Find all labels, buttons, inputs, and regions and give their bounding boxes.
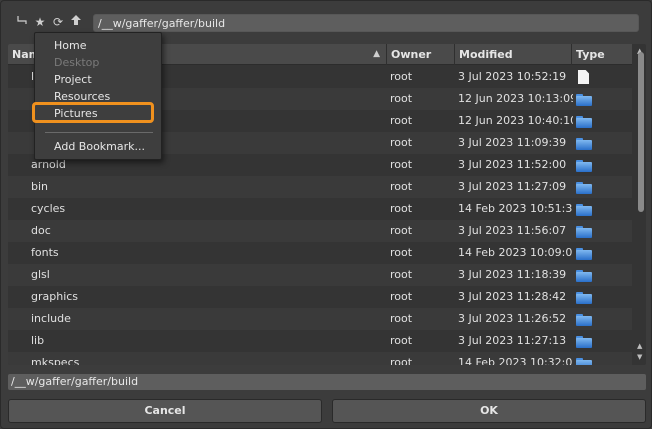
row-name: fonts <box>31 246 59 259</box>
pictures-highlight <box>32 102 154 123</box>
row-modified: 3 Jul 2023 10:52:19 <box>458 70 567 83</box>
row-name: graphics <box>31 290 79 303</box>
row-owner: root <box>390 92 413 105</box>
pin-icon[interactable] <box>14 13 30 31</box>
menu-item-add-bookmark[interactable]: Add Bookmark... <box>54 138 145 155</box>
row-modified: 14 Feb 2023 10:51:36 <box>458 202 573 215</box>
row-owner: root <box>390 114 413 127</box>
folder-icon <box>576 308 596 330</box>
row-modified: 12 Jun 2023 10:13:09 <box>458 92 573 105</box>
column-owner[interactable]: Owner <box>387 44 455 65</box>
row-modified: 3 Jul 2023 11:26:52 <box>458 312 567 325</box>
refresh-icon[interactable]: ⟳ <box>50 13 66 31</box>
row-owner: root <box>390 356 413 365</box>
row-owner: root <box>390 70 413 83</box>
table-row[interactable]: graphics root 3 Jul 2023 11:28:42 <box>8 286 632 308</box>
row-owner: root <box>390 312 413 325</box>
table-row[interactable]: glsl root 3 Jul 2023 11:18:39 <box>8 264 632 286</box>
folder-icon <box>576 330 596 352</box>
row-modified: 12 Jun 2023 10:40:10 <box>458 114 573 127</box>
row-owner: root <box>390 136 413 149</box>
scrollbar-thumb[interactable] <box>638 52 644 212</box>
ok-button[interactable]: OK <box>332 399 646 423</box>
star-icon[interactable]: ★ <box>32 13 48 31</box>
table-row[interactable]: fonts root 14 Feb 2023 10:09:02 <box>8 242 632 264</box>
file-icon <box>576 66 596 88</box>
folder-icon <box>576 352 596 365</box>
folder-icon <box>576 242 596 264</box>
row-modified: 3 Jul 2023 11:52:00 <box>458 158 567 171</box>
cancel-button[interactable]: Cancel <box>8 399 322 423</box>
row-owner: root <box>390 180 413 193</box>
row-modified: 14 Feb 2023 10:32:07 <box>458 356 573 365</box>
row-name: lib <box>31 334 45 347</box>
filename-input[interactable]: /__w/gaffer/gaffer/build <box>8 374 646 390</box>
row-name: include <box>31 312 71 325</box>
bookmark-menu: Home Desktop Project Resources Pictures … <box>34 32 162 160</box>
folder-icon <box>576 176 596 198</box>
row-modified: 3 Jul 2023 11:27:13 <box>458 334 567 347</box>
row-name: bin <box>31 180 49 193</box>
scroll-down-icon[interactable]: ▼ <box>637 353 642 361</box>
folder-icon <box>576 198 596 220</box>
folder-icon <box>576 132 596 154</box>
row-owner: root <box>390 224 413 237</box>
folder-icon <box>576 286 596 308</box>
menu-item-home[interactable]: Home <box>54 37 86 54</box>
menu-item-project[interactable]: Project <box>54 71 92 88</box>
row-owner: root <box>390 290 413 303</box>
row-modified: 3 Jul 2023 11:56:07 <box>458 224 567 237</box>
table-row[interactable]: include root 3 Jul 2023 11:26:52 <box>8 308 632 330</box>
up-icon[interactable] <box>68 13 84 31</box>
column-type[interactable]: Type <box>572 44 632 65</box>
row-name: doc <box>31 224 51 237</box>
row-owner: root <box>390 268 413 281</box>
folder-icon <box>576 154 596 176</box>
scroll-up-icon[interactable]: ▲ <box>637 342 642 350</box>
sort-up-icon: ▲ <box>373 49 380 59</box>
row-name: glsl <box>31 268 50 281</box>
row-modified: 3 Jul 2023 11:27:09 <box>458 180 567 193</box>
row-owner: root <box>390 158 413 171</box>
file-browser-dialog: ★ ⟳ /__w/gaffer/gaffer/build Nam ▲ Owner… <box>0 0 652 429</box>
folder-icon <box>576 88 596 110</box>
folder-icon <box>576 220 596 242</box>
column-modified[interactable]: Modified <box>455 44 572 65</box>
path-input[interactable]: /__w/gaffer/gaffer/build <box>93 14 639 32</box>
menu-item-desktop: Desktop <box>54 56 100 69</box>
row-modified: 3 Jul 2023 11:28:42 <box>458 290 567 303</box>
scrollbar[interactable]: ▲ ▲ ▼ <box>635 44 646 365</box>
folder-icon <box>576 264 596 286</box>
row-modified: 3 Jul 2023 11:18:39 <box>458 268 567 281</box>
row-owner: root <box>390 202 413 215</box>
menu-separator <box>45 132 153 133</box>
folder-icon <box>576 110 596 132</box>
table-row[interactable]: lib root 3 Jul 2023 11:27:13 <box>8 330 632 352</box>
row-modified: 14 Feb 2023 10:09:02 <box>458 246 573 259</box>
table-row[interactable]: mkspecs root 14 Feb 2023 10:32:07 <box>8 352 632 365</box>
table-row[interactable]: doc root 3 Jul 2023 11:56:07 <box>8 220 632 242</box>
row-name: mkspecs <box>31 356 80 365</box>
row-modified: 3 Jul 2023 11:09:39 <box>458 136 567 149</box>
row-name: cycles <box>31 202 66 215</box>
table-row[interactable]: bin root 3 Jul 2023 11:27:09 <box>8 176 632 198</box>
table-row[interactable]: cycles root 14 Feb 2023 10:51:36 <box>8 198 632 220</box>
row-owner: root <box>390 334 413 347</box>
row-owner: root <box>390 246 413 259</box>
